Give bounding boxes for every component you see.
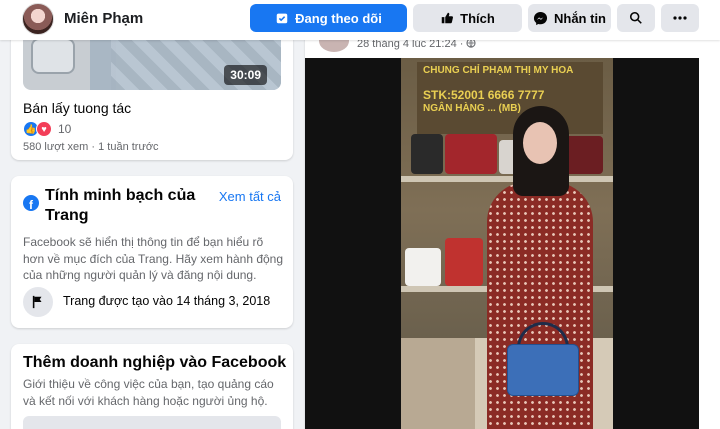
message-button[interactable]: Nhắn tin bbox=[528, 4, 611, 32]
sign-line-1: CHUNG CHỈ PHẠM THỊ MY HOA bbox=[423, 65, 574, 76]
blue-handbag bbox=[507, 344, 579, 396]
thumbs-up-icon bbox=[441, 12, 454, 24]
page-header: Miên Phạm Đang theo dõi Thích Nhắn tin bbox=[0, 0, 720, 40]
add-business-card: Thêm doanh nghiệp vào Facebook Giới thiệ… bbox=[11, 344, 293, 429]
video-meta: 580 lượt xem · 1 tuần trước bbox=[23, 141, 159, 153]
more-options-button[interactable] bbox=[661, 4, 699, 32]
video-player[interactable]: CHUNG CHỈ PHẠM THỊ MY HOA STK:52001 6666… bbox=[305, 58, 699, 429]
transparency-description: Facebook sẽ hiển thị thông tin để bạn hi… bbox=[23, 235, 284, 282]
sign-account-number: STK:52001 6666 7777 bbox=[423, 88, 545, 102]
messenger-icon bbox=[533, 11, 548, 25]
page-created-date: Trang được tạo vào 14 tháng 3, 2018 bbox=[63, 294, 271, 308]
following-label: Đang theo dõi bbox=[295, 10, 382, 26]
presenter-face bbox=[523, 122, 557, 164]
like-page-button[interactable]: Thích bbox=[413, 4, 522, 32]
search-button[interactable] bbox=[617, 4, 655, 32]
business-action-button[interactable] bbox=[23, 416, 281, 429]
see-all-link[interactable]: Xem tất cả bbox=[219, 189, 281, 204]
facebook-logo-icon: f bbox=[23, 195, 39, 211]
bag-black bbox=[411, 134, 443, 174]
page-transparency-card: f Tính minh bạch của Trang Xem tất cả Fa… bbox=[11, 176, 293, 328]
bag-red-2 bbox=[445, 238, 483, 286]
like-label: Thích bbox=[460, 10, 495, 26]
page-name[interactable]: Miên Phạm bbox=[64, 10, 143, 27]
business-title: Thêm doanh nghiệp vào Facebook bbox=[23, 354, 287, 371]
flag-icon bbox=[23, 287, 53, 317]
presenter bbox=[481, 106, 599, 429]
video-post: 28 tháng 4 lúc 21:24 · CHUNG CHỈ PHẠM TH… bbox=[305, 28, 720, 429]
bag-white-2 bbox=[405, 248, 441, 286]
page-avatar[interactable] bbox=[22, 3, 54, 35]
love-reaction-icon: ♥ bbox=[36, 121, 52, 137]
more-dots-icon bbox=[673, 16, 687, 20]
thumbnail-bag bbox=[31, 38, 75, 74]
search-icon bbox=[629, 11, 642, 24]
reaction-count: 10 bbox=[58, 122, 72, 136]
video-duration: 30:09 bbox=[224, 65, 267, 85]
business-description: Giới thiệu về công việc của bạn, tạo quả… bbox=[23, 377, 274, 408]
following-check-icon bbox=[276, 13, 288, 24]
video-card: 30:09 Bán lấy tuong tác 👍 ♥ 10 580 lượt … bbox=[11, 28, 293, 160]
message-label: Nhắn tin bbox=[554, 10, 606, 26]
video-title[interactable]: Bán lấy tuong tác bbox=[23, 100, 131, 116]
following-button[interactable]: Đang theo dõi bbox=[250, 4, 407, 32]
reaction-summary[interactable]: 👍 ♥ 10 bbox=[23, 121, 71, 137]
transparency-title: Tính minh bạch của Trang bbox=[45, 187, 196, 224]
